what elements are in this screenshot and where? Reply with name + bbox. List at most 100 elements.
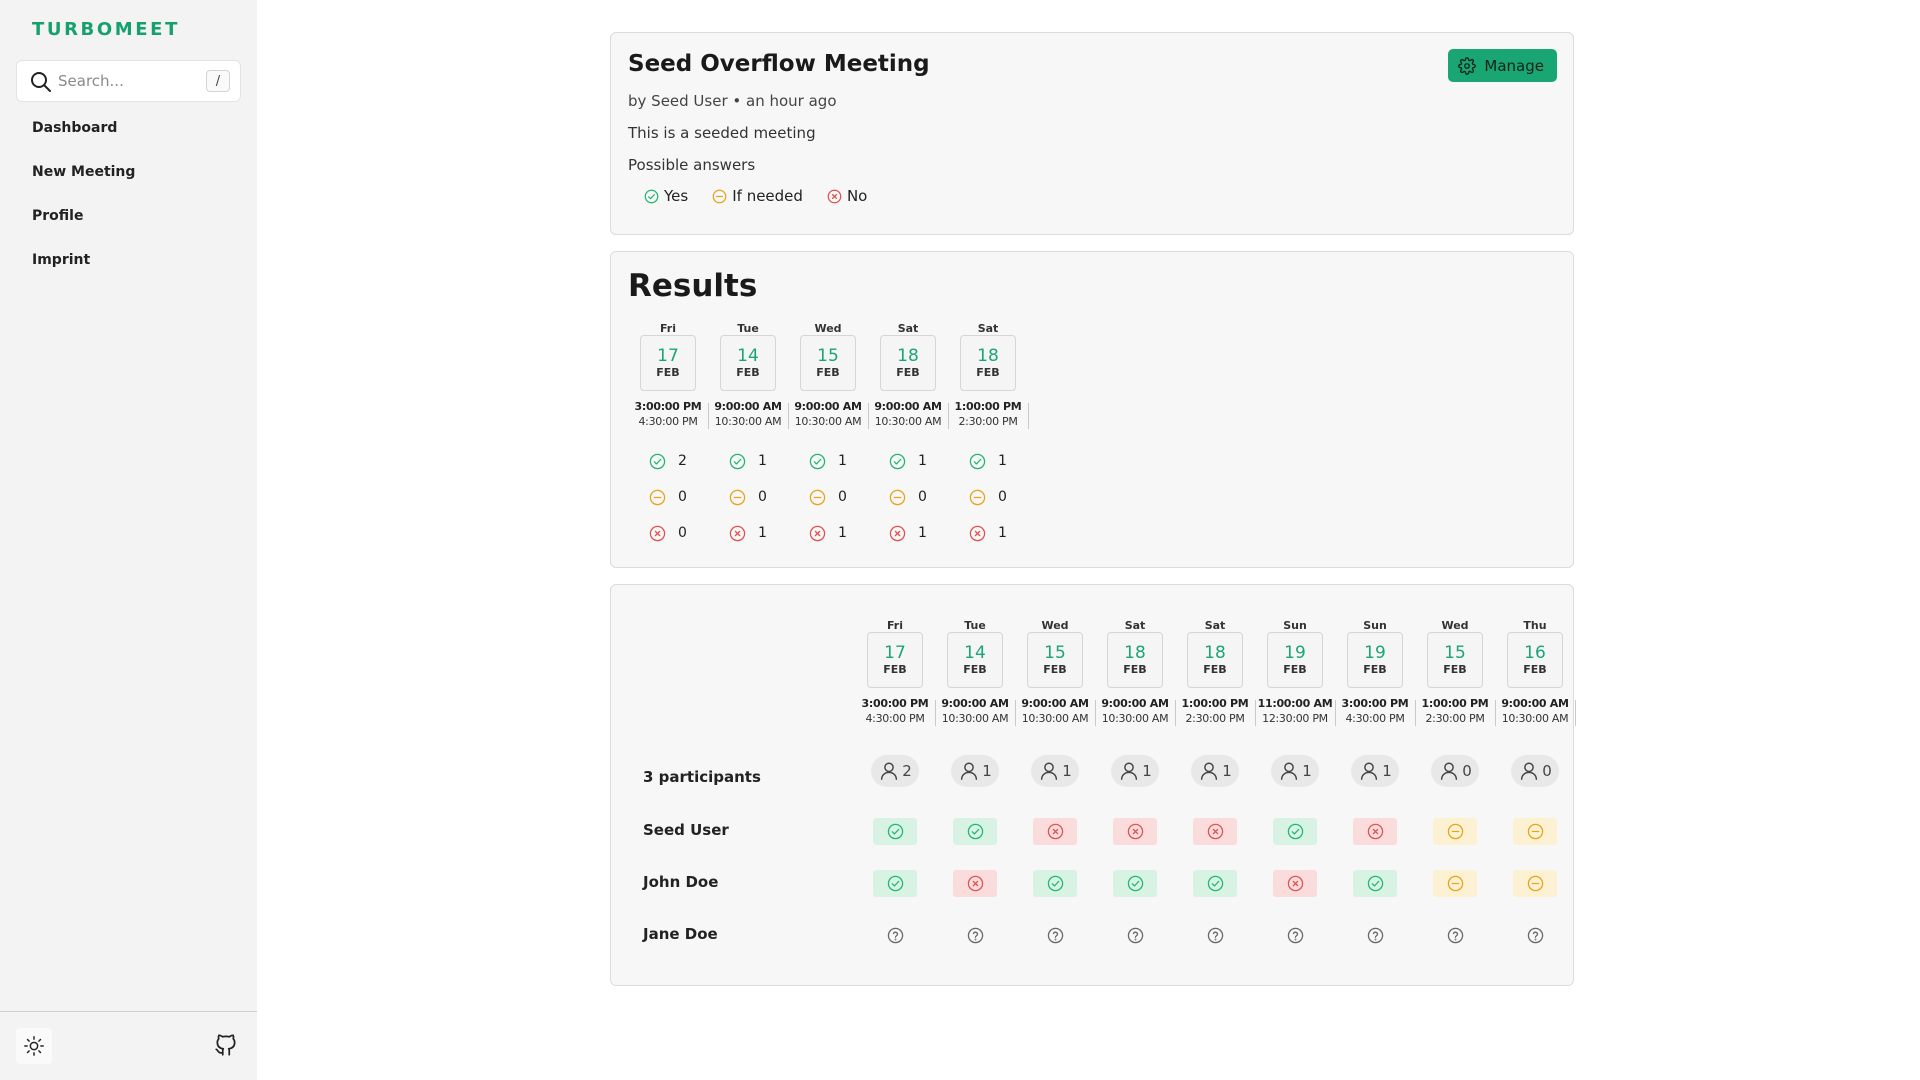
answer-cell[interactable] xyxy=(1193,922,1237,949)
question-icon xyxy=(887,927,903,944)
date-day: 17 xyxy=(884,643,906,663)
time-start: 9:00:00 AM xyxy=(1021,697,1089,710)
count-no: 0 xyxy=(628,515,708,551)
count-value: 1 xyxy=(758,453,767,469)
sidebar-item-new-meeting[interactable]: New Meeting xyxy=(32,161,135,205)
participant-count: 0 xyxy=(1462,762,1472,780)
date-month: FEB xyxy=(976,366,1000,379)
count-value: 1 xyxy=(918,525,927,541)
answer-cell[interactable] xyxy=(1273,818,1317,845)
time-start: 9:00:00 AM xyxy=(1501,697,1569,710)
answer-cell[interactable] xyxy=(1273,870,1317,897)
count-yes: 1 xyxy=(868,443,948,479)
answer-cell[interactable] xyxy=(1273,922,1317,949)
participant-count: 1 xyxy=(982,762,992,780)
answer-cell[interactable] xyxy=(1113,870,1157,897)
answer-cell[interactable] xyxy=(1193,870,1237,897)
if-needed-icon xyxy=(1447,823,1463,840)
theme-toggle-button[interactable] xyxy=(16,1028,52,1064)
date-day: 18 xyxy=(977,346,999,366)
user-icon xyxy=(881,762,898,780)
count-if-needed: 0 xyxy=(788,479,868,515)
count-value: 1 xyxy=(998,453,1007,469)
brand-logo[interactable]: TURBOMEET xyxy=(32,19,180,40)
date-column: Sun 19 FEB 3:00:00 PM 4:30:00 PM xyxy=(1335,619,1416,726)
answer-cell[interactable] xyxy=(1033,818,1077,845)
date-column: Sat 18 FEB 9:00:00 AM 10:30:00 AM xyxy=(1095,619,1176,726)
no-icon xyxy=(827,189,842,203)
date-box: 19 FEB xyxy=(1347,632,1403,688)
date-day: 16 xyxy=(1524,643,1546,663)
answer-cell[interactable] xyxy=(1513,922,1557,949)
time-range: 9:00:00 AM 10:30:00 AM xyxy=(935,696,1016,726)
answer-cell[interactable] xyxy=(1193,818,1237,845)
legend-yes: Yes xyxy=(644,187,688,205)
search-shortcut-badge: / xyxy=(206,70,230,92)
date-day: 14 xyxy=(964,643,986,663)
answer-cell[interactable] xyxy=(1353,922,1397,949)
date-day: 15 xyxy=(817,346,839,366)
date-weekday: Sat xyxy=(1204,619,1226,632)
answer-cell[interactable] xyxy=(1113,922,1157,949)
participant-count-pill: 1 xyxy=(1111,755,1159,787)
answer-cell[interactable] xyxy=(1513,870,1557,897)
participant-count-pill: 1 xyxy=(951,755,999,787)
if-needed-icon xyxy=(1447,875,1463,892)
if-needed-icon xyxy=(649,489,666,505)
answer-cell[interactable] xyxy=(873,818,917,845)
participant-name: Jane Doe xyxy=(643,925,718,943)
manage-button[interactable]: Manage xyxy=(1448,49,1557,82)
date-weekday: Tue xyxy=(964,619,986,632)
answer-cell[interactable] xyxy=(1353,870,1397,897)
time-range: 9:00:00 AM 10:30:00 AM xyxy=(1495,696,1576,726)
if-needed-icon xyxy=(1527,875,1543,892)
count-yes: 1 xyxy=(948,443,1028,479)
date-month: FEB xyxy=(656,366,680,379)
answer-cell[interactable] xyxy=(1433,922,1477,949)
result-counts: 1 0 1 xyxy=(868,443,948,551)
user-icon xyxy=(1441,762,1458,780)
answer-cell[interactable] xyxy=(873,922,917,949)
date-box: 14 FEB xyxy=(720,335,776,391)
sidebar-item-profile[interactable]: Profile xyxy=(32,205,135,249)
answer-cell[interactable] xyxy=(1433,870,1477,897)
yes-icon xyxy=(1367,875,1383,892)
date-month: FEB xyxy=(1203,663,1227,676)
time-range: 1:00:00 PM 2:30:00 PM xyxy=(1175,696,1256,726)
no-icon xyxy=(1287,875,1303,892)
sidebar-item-imprint[interactable]: Imprint xyxy=(32,249,135,293)
date-column: Fri 17 FEB 3:00:00 PM 4:30:00 PM xyxy=(855,619,936,726)
time-start: 9:00:00 AM xyxy=(941,697,1009,710)
time-end: 2:30:00 PM xyxy=(1185,712,1245,725)
no-icon xyxy=(889,525,906,541)
manage-button-label: Manage xyxy=(1484,56,1544,75)
answer-cell[interactable] xyxy=(1433,818,1477,845)
date-month: FEB xyxy=(1523,663,1547,676)
answer-cell[interactable] xyxy=(953,870,997,897)
answer-cell[interactable] xyxy=(1033,922,1077,949)
yes-icon xyxy=(644,189,659,203)
sidebar-item-dashboard[interactable]: Dashboard xyxy=(32,117,135,161)
time-range: 9:00:00 AM 10:30:00 AM xyxy=(788,399,869,429)
date-column: Tue 14 FEB 9:00:00 AM 10:30:00 AM 1 0 1 xyxy=(708,322,789,551)
github-link[interactable] xyxy=(211,1028,241,1062)
answer-cell[interactable] xyxy=(953,818,997,845)
answer-cell[interactable] xyxy=(953,922,997,949)
time-start: 11:00:00 AM xyxy=(1257,697,1333,710)
answer-cell[interactable] xyxy=(1353,818,1397,845)
count-no: 1 xyxy=(868,515,948,551)
answer-cell[interactable] xyxy=(873,870,917,897)
question-icon xyxy=(1287,927,1303,944)
answer-cell[interactable] xyxy=(1033,870,1077,897)
time-end: 10:30:00 AM xyxy=(941,712,1009,725)
search-box[interactable]: Search... / xyxy=(16,60,241,102)
date-month: FEB xyxy=(816,366,840,379)
yes-icon xyxy=(729,453,746,469)
time-end: 2:30:00 PM xyxy=(958,415,1018,428)
user-icon xyxy=(1121,762,1138,780)
answer-cell[interactable] xyxy=(1513,818,1557,845)
date-month: FEB xyxy=(1043,663,1067,676)
search-input[interactable]: Search... xyxy=(58,72,124,90)
answer-cell[interactable] xyxy=(1113,818,1157,845)
date-box: 18 FEB xyxy=(960,335,1016,391)
